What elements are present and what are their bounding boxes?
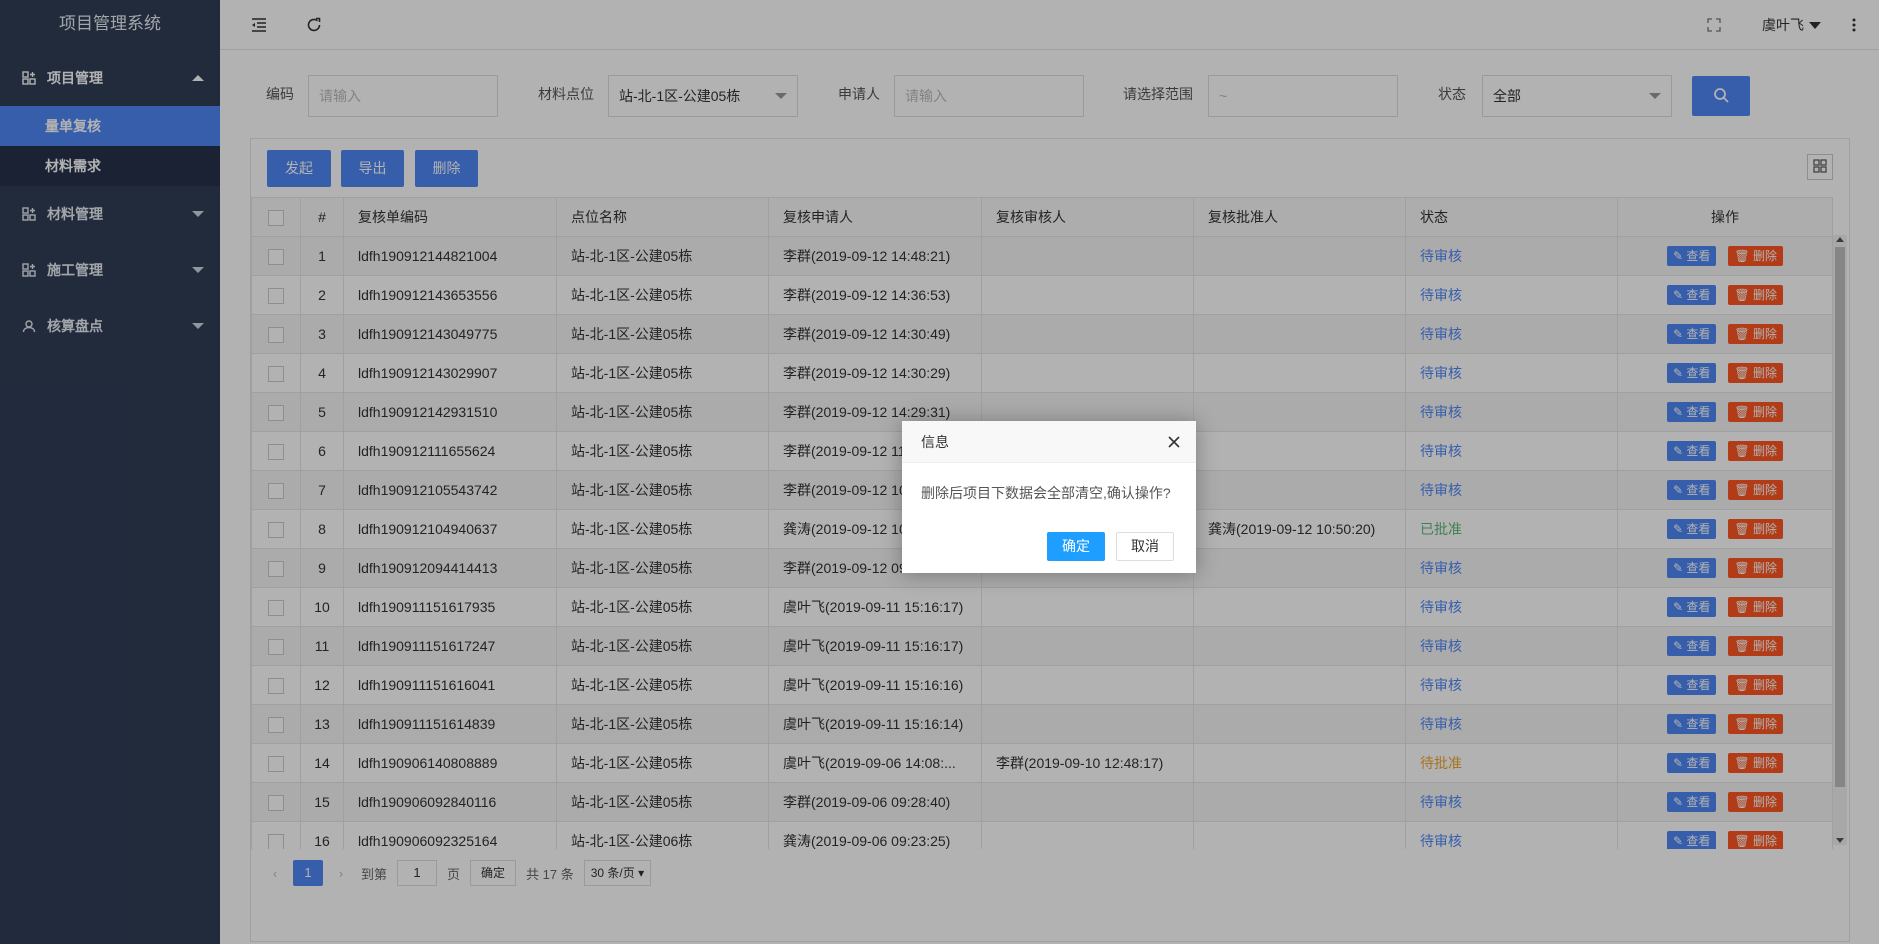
dialog-message: 删除后项目下数据会全部清空,确认操作?: [921, 485, 1171, 501]
cancel-button[interactable]: 取消: [1116, 532, 1174, 561]
dialog-title: 信息: [902, 421, 1196, 463]
close-icon[interactable]: [1166, 434, 1182, 450]
confirm-dialog: 信息 删除后项目下数据会全部清空,确认操作? 确定 取消: [902, 421, 1196, 573]
confirm-button[interactable]: 确定: [1047, 532, 1105, 561]
